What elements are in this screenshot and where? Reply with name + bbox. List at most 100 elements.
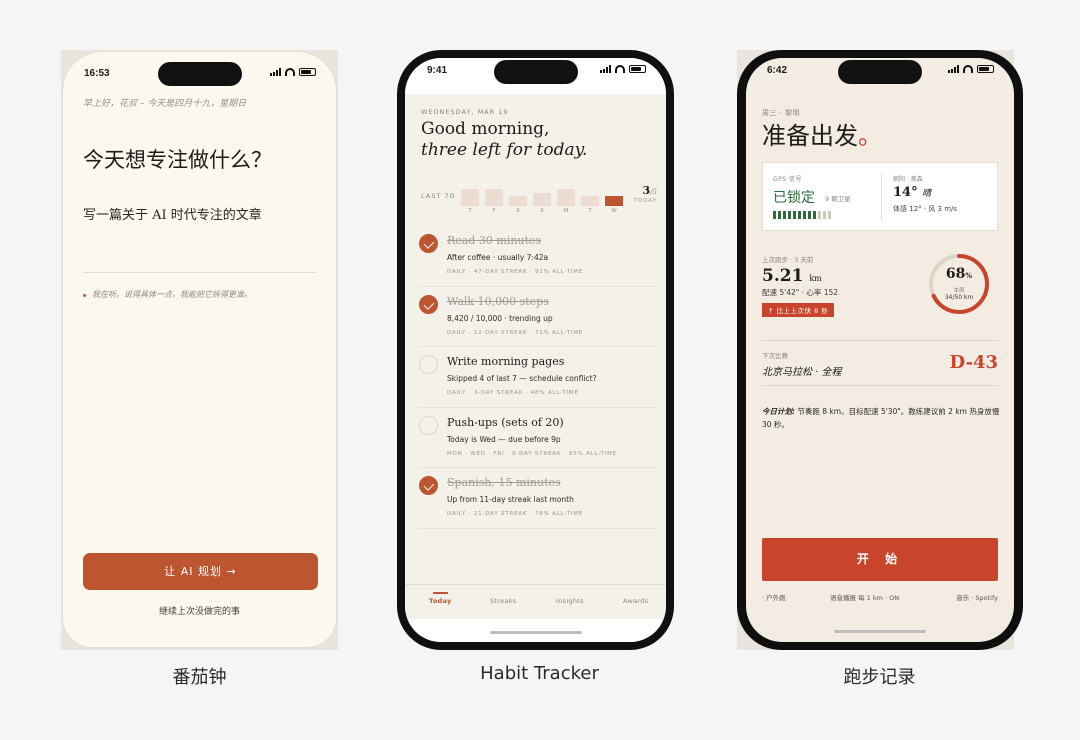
tab-awards[interactable]: Awards (623, 597, 648, 605)
temperature: 14° 晴 (893, 185, 932, 200)
home-indicator (834, 630, 926, 633)
tab-insights[interactable]: Insights (556, 597, 584, 605)
tab-streaks[interactable]: Streaks (490, 597, 516, 605)
ring-percent: 68% (945, 266, 973, 282)
voice-option[interactable]: 语音播报 每 1 km · ON (830, 592, 899, 602)
week-bar-fill (509, 196, 527, 206)
week-bar-fill (485, 189, 503, 206)
status-bar: 16:53 (63, 62, 336, 86)
music-option[interactable]: 音乐 · Spotify (956, 592, 998, 602)
week-bar: W (605, 196, 623, 214)
gps-strength-bars (773, 211, 831, 219)
status-bar: 6:42 (746, 58, 1014, 84)
running-screen: 6:42 周三 · 黎明 准备出发。 GPS 信号 已锁定 9 颗卫星 朝阳 ·… (746, 58, 1014, 642)
last-run-label: 上次跑步 · 3 天前 (762, 256, 814, 264)
today-label: TODAY (633, 198, 657, 204)
week-bars: TFSSMTW (461, 180, 641, 214)
week-day-label: S (516, 208, 520, 214)
tab-today[interactable]: Today (429, 592, 452, 605)
tab-bar: Today Streaks Insights Awards (405, 584, 666, 642)
gps-strength-bar (808, 211, 811, 219)
habit-row[interactable]: Walk 10,000 steps 8,420 / 10,000 · trendi… (419, 287, 659, 347)
last-run-pace: 配速 5'42" · 心率 152 (762, 288, 839, 297)
dynamic-island (157, 62, 242, 86)
habit-checkbox[interactable] (419, 234, 438, 253)
greeting-subheading: three left for today. (421, 140, 588, 160)
run-mode-option[interactable]: · 户外跑 (762, 592, 786, 602)
caption-pomodoro: 番茄钟 (172, 667, 227, 688)
gps-label: GPS 信号 (773, 176, 802, 183)
signal-icon (948, 65, 959, 73)
habit-meta: MON · WED · FRI · 8-DAY STREAK · 85% ALL… (447, 450, 617, 457)
status-time: 9:41 (427, 65, 448, 76)
week-bar: S (533, 193, 551, 214)
week-bar-fill (605, 196, 623, 206)
habit-name: Read 30 minutes (447, 234, 542, 247)
habit-row[interactable]: Push-ups (sets of 20) Today is Wed — due … (419, 408, 659, 468)
week-bar: T (581, 196, 599, 214)
habit-name: Walk 10,000 steps (447, 294, 549, 308)
habit-row[interactable]: Write morning pages Skipped 4 of last 7 —… (419, 347, 659, 408)
habit-detail: 8,420 / 10,000 · trending up (447, 313, 553, 323)
ring-label: 本周 (953, 288, 965, 294)
ring-value: 34/50 km (944, 294, 974, 301)
habit-checkbox[interactable] (419, 294, 438, 314)
question-heading: 今天想专注做什么？ (83, 148, 272, 172)
habit-meta: DAILY · 47-DAY STREAK · 92% ALL-TIME (447, 269, 584, 275)
week-bar: S (509, 196, 527, 214)
gps-strength-bar (818, 211, 821, 219)
page-title: 准备出发。 (762, 122, 882, 150)
week-day-label: S (540, 208, 544, 214)
start-button[interactable]: 开 始 (762, 538, 998, 581)
greeting-heading: Good morning, (421, 119, 550, 139)
hint-dot-icon (83, 293, 86, 297)
wifi-icon (615, 65, 625, 73)
signal-icon (270, 68, 281, 76)
habit-checkbox[interactable] (419, 476, 438, 495)
habit-name: Spanish, 15 minutes (447, 476, 561, 489)
habit-name: Write morning pages (447, 355, 565, 368)
habit-meta: DAILY · 3-DAY STREAK · 48% ALL-TIME (447, 390, 579, 396)
continue-link[interactable]: 继续上次没做完的事 (63, 604, 336, 617)
done-count: 3/5 (642, 184, 657, 197)
satellite-count: 9 颗卫星 (825, 195, 851, 203)
race-countdown: D-43 (949, 352, 998, 373)
habit-checkbox[interactable] (419, 355, 438, 374)
divider (762, 340, 998, 341)
gps-strength-bar (803, 211, 806, 219)
week-bar-fill (533, 193, 551, 206)
gps-strength-bar (798, 211, 801, 219)
last-run: 上次跑步 · 3 天前 5.21 km 配速 5'42" · 心率 152 ↑ … (762, 254, 838, 317)
battery-icon (977, 65, 994, 73)
habit-detail: Up from 11-day streak last month (447, 495, 574, 504)
habit-detail: Today is Wed — due before 9p (447, 434, 561, 444)
input-underline (83, 272, 316, 273)
week-bar-fill (461, 189, 479, 206)
feels-like: 体感 12° · 风 3 m/s (893, 205, 958, 213)
dynamic-island (493, 60, 578, 84)
today-plan: 今日计划: 节奏跑 8 km。目标配速 5'30"。教练建议前 2 km 热身放… (762, 407, 1000, 429)
week-day-label: M (563, 208, 569, 214)
habit-meta: DAILY · 12-DAY STREAK · 71% ALL-TIME (447, 329, 584, 336)
habit-screen: 9:41 WEDNESDAY, MAR 19 Good morning, thr… (405, 58, 666, 642)
gps-strength-bar (778, 211, 781, 219)
wifi-icon (285, 68, 295, 76)
date-label: WEDNESDAY, MAR 19 (421, 108, 509, 116)
week-summary: LAST 7D T F S S M T W 3/5 TODAY (421, 180, 657, 214)
status-bar: 9:41 (405, 58, 666, 84)
last-run-distance: 5.21 km (762, 266, 822, 286)
habit-row[interactable]: Spanish, 15 minutes Up from 11-day streak… (419, 468, 659, 529)
gps-strength-bar (783, 211, 786, 219)
gps-strength-bar (823, 211, 826, 219)
habit-checkbox[interactable] (419, 415, 438, 435)
week-day-label: T (468, 208, 472, 214)
ai-plan-button[interactable]: 让 AI 规划 → (83, 553, 318, 590)
week-bar-fill (581, 196, 599, 206)
battery-icon (629, 65, 646, 73)
habit-list: Read 30 minutes After coffee · usually 7:… (419, 226, 659, 529)
task-input[interactable]: 写一篇关于 AI 时代专注的文章 (83, 204, 262, 223)
week-label: LAST 7D (421, 192, 456, 200)
habit-row[interactable]: Read 30 minutes After coffee · usually 7:… (419, 226, 659, 287)
gps-status: 已锁定 (773, 190, 815, 206)
weekly-progress-ring: 68% 本周 34/50 km (927, 252, 991, 316)
